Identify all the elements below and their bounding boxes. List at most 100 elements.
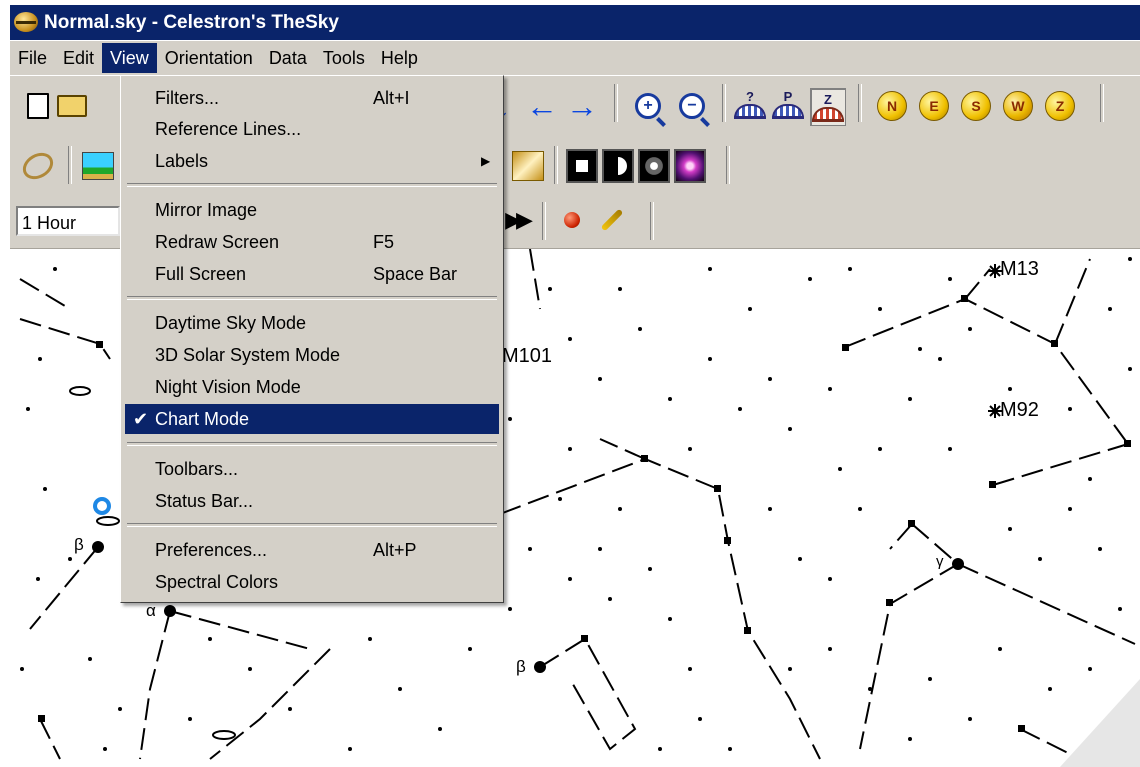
link-button[interactable] [18,147,58,185]
folder-icon [57,95,87,117]
menu-item-label: Full Screen [155,264,247,284]
dome-letter: ? [746,89,754,104]
menu-item-shortcut: Alt+I [373,88,410,108]
menu-item-daytime-sky-mode[interactable]: Daytime Sky Mode [125,308,499,338]
dome-view-button-3[interactable]: Z [810,88,846,126]
menu-data[interactable]: Data [261,43,315,73]
menu-item-shortcut: Space Bar [373,264,458,284]
north-icon: N [877,91,907,121]
window-title: Normal.sky - Celestron's TheSky [44,11,339,33]
dome-icon: P [772,89,804,119]
m101-label[interactable]: M101 [502,345,552,368]
menu-item-labels[interactable]: Labels ▶ [125,146,499,176]
menu-item-label: Status Bar... [155,491,254,511]
south-icon: S [961,91,991,121]
show-nebulae-button[interactable] [674,149,706,183]
m13-label[interactable]: M13 [1000,258,1039,281]
telescope-button[interactable] [596,204,628,236]
look-east-button[interactable]: E [918,90,950,122]
arrow-right-button[interactable]: → [566,90,598,122]
look-south-button[interactable]: S [960,90,992,122]
menu-item-night-vision-mode[interactable]: Night Vision Mode [125,372,499,402]
menu-item-status-bar[interactable]: Status Bar... [125,486,499,516]
show-clusters-button[interactable] [638,149,670,183]
menu-item-label: Labels [155,151,209,171]
toolbar-separator [722,84,726,122]
toolbar-separator [650,202,654,240]
menu-item-full-screen[interactable]: Full Screen Space Bar [125,259,499,289]
menu-item-redraw-screen[interactable]: Redraw Screen F5 [125,227,499,257]
checkmark-icon: ✔ [133,409,149,429]
link-icon [18,147,58,185]
stars-icon [566,149,598,183]
menu-separator [127,183,497,187]
menu-item-mirror-image[interactable]: Mirror Image [125,195,499,225]
menu-item-filters[interactable]: Filters... Alt+I [125,83,499,113]
look-north-button[interactable]: N [876,90,908,122]
menu-orientation[interactable]: Orientation [157,43,261,73]
dome-icon: Z [812,92,844,122]
menu-item-spectral-colors[interactable]: Spectral Colors [125,567,499,597]
menu-item-3d-solar-system-mode[interactable]: 3D Solar System Mode [125,340,499,370]
show-stars-button[interactable] [566,149,598,183]
menu-item-shortcut: F5 [373,232,395,252]
zoom-out-icon: − [679,93,705,119]
menu-help[interactable]: Help [373,43,426,73]
menu-view[interactable]: View [102,43,157,73]
menu-file[interactable]: File [10,43,55,73]
menu-item-label: Night Vision Mode [155,377,301,397]
constellation-line [19,278,71,310]
constellation-line [599,438,646,460]
menu-item-label: Chart Mode [155,409,250,429]
telescope-icon [600,208,624,232]
new-document-icon [27,93,49,119]
menu-edit[interactable]: Edit [55,43,102,73]
menu-tools[interactable]: Tools [315,43,373,73]
dome-view-button-2[interactable]: P [772,88,804,120]
menu-item-shortcut: Alt+P [373,540,417,560]
menu-item-label: Redraw Screen [155,232,280,252]
zoom-in-button[interactable]: + [632,90,664,122]
menu-item-preferences[interactable]: Preferences... Alt+P [125,535,499,565]
zoom-in-icon: + [635,93,661,119]
look-zenith-button[interactable]: Z [1044,90,1076,122]
menu-item-chart-mode[interactable]: ✔ Chart Mode [125,404,499,434]
toolbar-separator [614,84,618,122]
constellation-line [39,718,61,760]
constellation-button[interactable] [512,150,544,182]
landscape-icon [82,152,114,180]
record-icon [564,212,580,228]
menu-item-toolbars[interactable]: Toolbars... [125,454,499,484]
menu-item-label: Reference Lines... [155,119,302,139]
look-west-button[interactable]: W [1002,90,1034,122]
fast-forward-button[interactable]: ▶▶ [500,204,533,236]
toolbar-separator [554,146,558,184]
nebula-icon [674,149,706,183]
open-file-button[interactable] [56,90,88,122]
m92-label[interactable]: M92 [1000,399,1039,422]
record-button[interactable] [556,204,588,236]
constellation-line [539,637,637,751]
dome-view-button-1[interactable]: ? [734,88,766,120]
menu-bar: File Edit View Orientation Data Tools He… [10,41,1140,75]
new-document-button[interactable] [22,90,54,122]
time-step-select[interactable]: 1 Hour [16,206,120,236]
menu-item-reference-lines[interactable]: Reference Lines... [125,114,499,144]
landscape-button[interactable] [82,150,114,182]
submenu-arrow-icon: ▶ [481,154,491,168]
galaxy-icon [602,149,634,183]
zoom-out-button[interactable]: − [676,90,708,122]
constellation-line [499,457,821,760]
constellation-line [964,268,991,300]
show-galaxies-button[interactable] [602,149,634,183]
constellation-line [29,546,99,630]
arrow-left-button[interactable]: ← [526,90,558,122]
constellation-line [844,297,1129,445]
constellation-icon [512,151,544,181]
app-icon [14,11,40,34]
dome-letter: Z [824,92,832,107]
fast-forward-icon: ▶▶ [505,207,533,232]
menu-item-label: Toolbars... [155,459,239,479]
constellation-line [139,610,171,760]
toolbar-separator [726,146,730,184]
